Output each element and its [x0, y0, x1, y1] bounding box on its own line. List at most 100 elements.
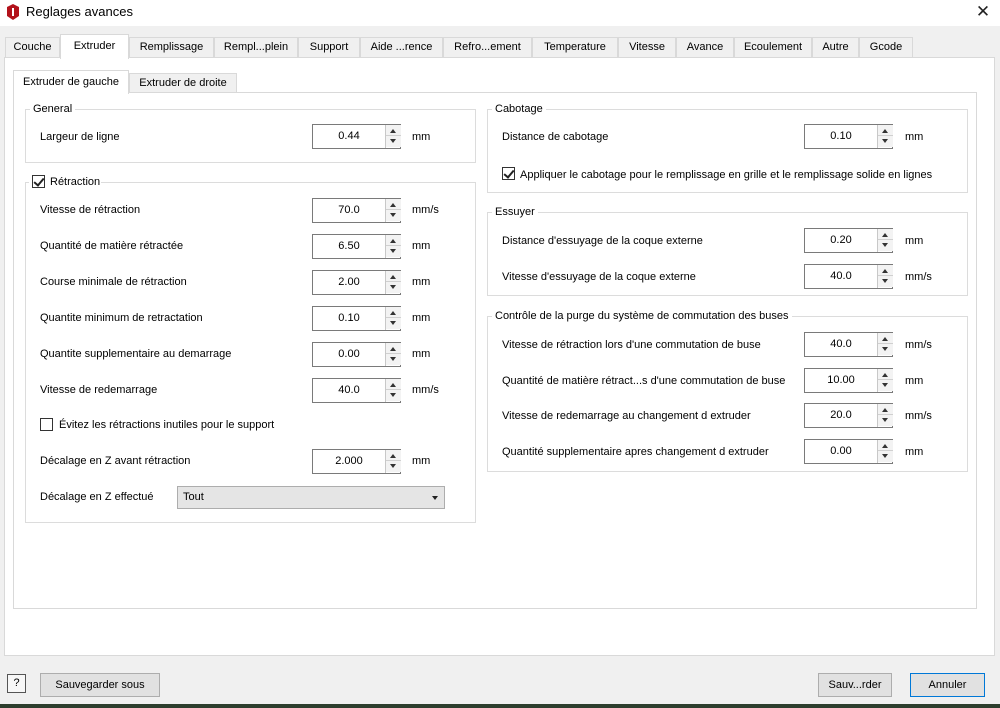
spin-down-icon[interactable]	[878, 451, 893, 462]
spin-down-icon[interactable]	[878, 136, 893, 147]
retraction-amount-unit: mm	[412, 240, 431, 252]
spin-up-icon[interactable]	[878, 229, 893, 240]
retraction-extra-prime-unit: mm	[412, 348, 431, 360]
spin-up-icon[interactable]	[878, 333, 893, 344]
spin-down-icon[interactable]	[386, 354, 401, 365]
wipe-speed-value[interactable]: 40.0	[805, 265, 877, 288]
wipe-distance-value[interactable]: 0.20	[805, 229, 877, 252]
spin-up-icon[interactable]	[386, 271, 401, 282]
spin-up-icon[interactable]	[878, 440, 893, 451]
spin-down-icon[interactable]	[386, 390, 401, 401]
retraction-speed-spinbox[interactable]: 70.0	[312, 198, 401, 223]
tab-temperature[interactable]: Temperature	[532, 37, 618, 58]
switch-restart-speed-value[interactable]: 20.0	[805, 404, 877, 427]
tab-remplissage-plein[interactable]: Rempl...plein	[214, 37, 298, 58]
switch-retraction-speed-spinbox[interactable]: 40.0	[804, 332, 893, 357]
tab-autre[interactable]: Autre	[812, 37, 859, 58]
spin-down-icon[interactable]	[878, 276, 893, 287]
tab-gcode[interactable]: Gcode	[859, 37, 913, 58]
tab-aide-adherence[interactable]: Aide ...rence	[360, 37, 443, 58]
spin-down-icon[interactable]	[386, 282, 401, 293]
switch-retraction-amount-value[interactable]: 10.00	[805, 369, 877, 392]
switch-retraction-amount-spinbox[interactable]: 10.00	[804, 368, 893, 393]
avoid-support-retraction-checkbox[interactable]	[40, 418, 53, 431]
tab-support[interactable]: Support	[298, 37, 360, 58]
spin-down-icon[interactable]	[386, 246, 401, 257]
spin-up-icon[interactable]	[386, 125, 401, 136]
help-button[interactable]: ?	[7, 674, 26, 693]
tab-extruder[interactable]: Extruder	[60, 34, 129, 59]
retraction-min-travel-value[interactable]: 2.00	[313, 271, 385, 294]
switch-extra-prime-spinbox[interactable]: 0.00	[804, 439, 893, 464]
retraction-min-travel-spinbox[interactable]: 2.00	[312, 270, 401, 295]
tab-couche[interactable]: Couche	[5, 37, 60, 58]
zhop-value[interactable]: 2.000	[313, 450, 385, 473]
title-bar: Reglages avances ✕	[0, 0, 1000, 26]
wipe-speed-spinbox[interactable]: 40.0	[804, 264, 893, 289]
spin-down-icon[interactable]	[878, 240, 893, 251]
retraction-extra-prime-spinbox[interactable]: 0.00	[312, 342, 401, 367]
restart-speed-value[interactable]: 40.0	[313, 379, 385, 402]
spin-up-icon[interactable]	[386, 379, 401, 390]
restart-speed-spinbox[interactable]: 40.0	[312, 378, 401, 403]
wipe-speed-unit: mm/s	[905, 271, 932, 283]
switch-restart-speed-unit: mm/s	[905, 410, 932, 422]
coasting-distance-value[interactable]: 0.10	[805, 125, 877, 148]
wipe-distance-spinbox[interactable]: 0.20	[804, 228, 893, 253]
subtab-right-extruder[interactable]: Extruder de droite	[129, 73, 237, 93]
spin-up-icon[interactable]	[386, 235, 401, 246]
tab-ecoulement[interactable]: Ecoulement	[734, 37, 812, 58]
spin-up-icon[interactable]	[386, 307, 401, 318]
switch-retraction-speed-label: Vitesse de rétraction lors d'une commuta…	[502, 339, 761, 351]
save-as-button[interactable]: Sauvegarder sous	[40, 673, 160, 697]
spin-down-icon[interactable]	[878, 415, 893, 426]
retraction-min-travel-unit: mm	[412, 276, 431, 288]
retraction-enable-checkbox[interactable]	[32, 175, 45, 188]
retraction-group-title: Rétraction	[50, 176, 101, 188]
zhop-spinbox[interactable]: 2.000	[312, 449, 401, 474]
save-button[interactable]: Sauv...rder	[818, 673, 892, 697]
tab-refroidissement[interactable]: Refro...ement	[443, 37, 532, 58]
switch-restart-speed-spinbox[interactable]: 20.0	[804, 403, 893, 428]
cancel-button[interactable]: Annuler	[910, 673, 985, 697]
spin-down-icon[interactable]	[386, 210, 401, 221]
switch-retraction-speed-unit: mm/s	[905, 339, 932, 351]
tab-avance[interactable]: Avance	[676, 37, 734, 58]
close-icon[interactable]: ✕	[972, 1, 994, 23]
retraction-amount-value[interactable]: 6.50	[313, 235, 385, 258]
retraction-min-amount-spinbox[interactable]: 0.10	[312, 306, 401, 331]
switch-retraction-speed-value[interactable]: 40.0	[805, 333, 877, 356]
tab-vitesse[interactable]: Vitesse	[618, 37, 676, 58]
spin-down-icon[interactable]	[878, 380, 893, 391]
retraction-amount-spinbox[interactable]: 6.50	[312, 234, 401, 259]
retraction-extra-prime-value[interactable]: 0.00	[313, 343, 385, 366]
spin-down-icon[interactable]	[878, 344, 893, 355]
subtab-left-extruder[interactable]: Extruder de gauche	[13, 70, 129, 94]
spin-down-icon[interactable]	[386, 136, 401, 147]
switch-extra-prime-label: Quantité supplementaire apres changement…	[502, 446, 769, 458]
app-logo-icon	[7, 4, 19, 20]
spin-up-icon[interactable]	[878, 265, 893, 276]
spin-up-icon[interactable]	[878, 404, 893, 415]
retraction-speed-value[interactable]: 70.0	[313, 199, 385, 222]
purge-group-title: Contrôle de la purge du système de commu…	[492, 309, 792, 323]
spin-up-icon[interactable]	[386, 343, 401, 354]
spin-up-icon[interactable]	[386, 199, 401, 210]
spin-down-icon[interactable]	[386, 461, 401, 472]
spin-up-icon[interactable]	[878, 125, 893, 136]
spin-up-icon[interactable]	[878, 369, 893, 380]
tab-remplissage[interactable]: Remplissage	[129, 37, 214, 58]
line-width-value[interactable]: 0.44	[313, 125, 385, 148]
restart-speed-label: Vitesse de redemarrage	[40, 384, 158, 396]
spin-up-icon[interactable]	[386, 450, 401, 461]
switch-extra-prime-value[interactable]: 0.00	[805, 440, 877, 463]
coasting-apply-checkbox[interactable]	[502, 167, 515, 180]
retraction-extra-prime-label: Quantite supplementaire au demarrage	[40, 348, 232, 360]
switch-retraction-amount-unit: mm	[905, 375, 924, 387]
zhop-mode-value: Tout	[183, 491, 204, 503]
line-width-spinbox[interactable]: 0.44	[312, 124, 401, 149]
coasting-distance-spinbox[interactable]: 0.10	[804, 124, 893, 149]
retraction-min-amount-value[interactable]: 0.10	[313, 307, 385, 330]
zhop-mode-select[interactable]: Tout	[177, 486, 445, 509]
spin-down-icon[interactable]	[386, 318, 401, 329]
